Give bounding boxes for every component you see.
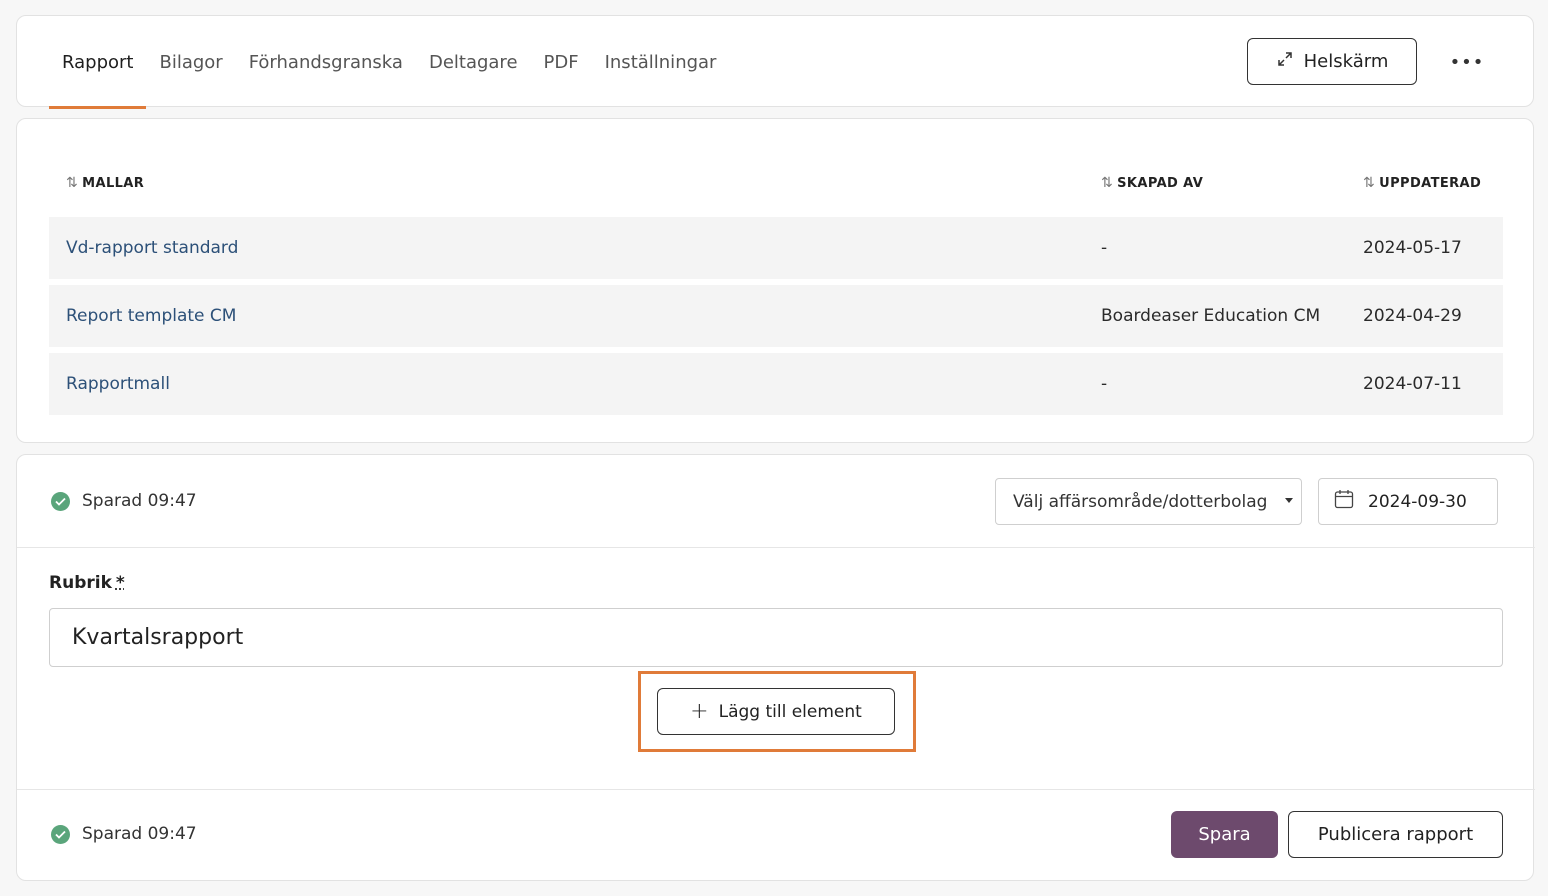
table-row[interactable]: Report template CM Boardeaser Education …: [49, 285, 1503, 347]
template-creator: -: [1101, 238, 1108, 258]
column-header-label: SKAPAD AV: [1117, 175, 1204, 191]
template-creator: -: [1101, 374, 1108, 394]
column-header-creator[interactable]: ⇅ SKAPAD AV: [1101, 175, 1203, 191]
template-updated: 2024-05-17: [1363, 238, 1462, 258]
save-status-bottom: Sparad 09:47: [51, 824, 197, 844]
sort-icon: ⇅: [1363, 175, 1376, 191]
calendar-icon: [1334, 489, 1354, 514]
tab-pdf[interactable]: PDF: [531, 16, 592, 108]
title-field-label: Rubrik *: [49, 573, 125, 593]
publish-report-button[interactable]: Publicera rapport: [1288, 811, 1503, 858]
add-element-label: Lägg till element: [718, 701, 862, 722]
caret-down-icon: [1285, 498, 1293, 503]
tab-deltagare[interactable]: Deltagare: [416, 16, 531, 108]
sort-icon: ⇅: [1101, 175, 1114, 191]
divider: [17, 789, 1535, 790]
check-circle-icon: [51, 824, 70, 844]
tab-forhandsgranska[interactable]: Förhandsgranska: [236, 16, 416, 108]
plus-icon: +: [690, 698, 709, 724]
tabs-card: Rapport Bilagor Förhandsgranska Deltagar…: [16, 15, 1534, 109]
tab-rapport[interactable]: Rapport: [49, 16, 147, 109]
fullscreen-button[interactable]: Helskärm: [1247, 38, 1417, 85]
table-header: ⇅ MALLAR ⇅ SKAPAD AV ⇅ UPPDATERAD: [49, 175, 1503, 197]
more-options-icon[interactable]: •••: [1449, 44, 1485, 80]
column-header-name[interactable]: ⇅ MALLAR: [66, 175, 144, 191]
business-area-select[interactable]: Välj affärsområde/dotterbolag: [995, 478, 1302, 525]
save-status-top: Sparad 09:47: [51, 491, 197, 511]
divider: [17, 547, 1535, 548]
save-status-text: Sparad 09:47: [82, 491, 197, 511]
template-name-link[interactable]: Vd-rapport standard: [66, 217, 238, 279]
template-name-link[interactable]: Report template CM: [66, 285, 236, 347]
report-editor: Sparad 09:47 Välj affärsområde/dotterbol…: [16, 454, 1535, 881]
save-status-text: Sparad 09:47: [82, 824, 197, 844]
required-marker: *: [115, 573, 125, 593]
template-name-link[interactable]: Rapportmall: [66, 353, 170, 415]
column-header-updated[interactable]: ⇅ UPPDATERAD: [1363, 175, 1481, 191]
title-label-text: Rubrik: [49, 573, 112, 593]
date-value: 2024-09-30: [1368, 491, 1467, 512]
date-picker[interactable]: 2024-09-30: [1318, 478, 1498, 525]
table-row[interactable]: Vd-rapport standard - 2024-05-17: [49, 217, 1503, 279]
check-circle-icon: [51, 491, 70, 511]
fullscreen-label: Helskärm: [1303, 51, 1389, 72]
title-input[interactable]: [49, 608, 1503, 667]
table-row[interactable]: Rapportmall - 2024-07-11: [49, 353, 1503, 415]
templates-table: ⇅ MALLAR ⇅ SKAPAD AV ⇅ UPPDATERAD Vd-rap…: [16, 118, 1534, 443]
expand-icon: [1276, 50, 1294, 73]
sort-icon: ⇅: [66, 175, 79, 191]
add-element-button[interactable]: + Lägg till element: [657, 688, 895, 735]
column-header-label: MALLAR: [82, 175, 145, 191]
template-updated: 2024-07-11: [1363, 374, 1462, 394]
tab-installningar[interactable]: Inställningar: [592, 16, 730, 108]
save-button[interactable]: Spara: [1171, 811, 1278, 858]
column-header-label: UPPDATERAD: [1379, 175, 1482, 191]
tab-bar: Rapport Bilagor Förhandsgranska Deltagar…: [49, 16, 730, 109]
business-area-select-value: Välj affärsområde/dotterbolag: [1013, 491, 1268, 512]
tab-bilagor[interactable]: Bilagor: [146, 16, 235, 108]
template-updated: 2024-04-29: [1363, 306, 1462, 326]
template-creator: Boardeaser Education CM: [1101, 306, 1321, 326]
